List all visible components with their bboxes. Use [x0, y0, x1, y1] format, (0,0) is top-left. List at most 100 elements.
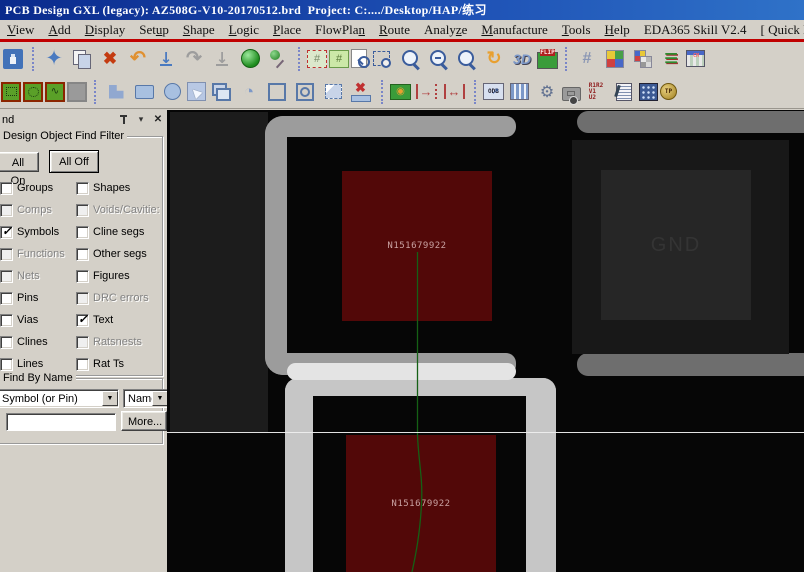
shape-mode-3-icon[interactable]	[45, 82, 65, 102]
find-name-input[interactable]	[6, 413, 116, 431]
3d-view-icon[interactable]	[509, 46, 535, 72]
grid-toggle-icon[interactable]	[574, 46, 600, 72]
window-select-icon[interactable]	[320, 79, 346, 105]
rect-add-icon[interactable]	[131, 79, 157, 105]
menu-flowplan[interactable]: FlowPlan	[308, 22, 372, 38]
pin-tack-icon[interactable]	[265, 46, 291, 72]
checkbox[interactable]	[76, 270, 89, 283]
checkbox[interactable]	[76, 358, 89, 371]
filter-other-segs[interactable]: Other segs	[72, 243, 162, 265]
menu-view[interactable]: View	[0, 22, 41, 38]
thermal-pad-top[interactable]: N151679922	[342, 171, 492, 321]
find-panel-header[interactable]: nd	[0, 111, 165, 128]
dropdown-arrow-icon[interactable]	[102, 391, 118, 406]
filter-rat-ts[interactable]: Rat Ts	[72, 353, 162, 375]
report-icon[interactable]	[611, 79, 637, 105]
layer-stack-icon[interactable]	[658, 46, 684, 72]
refdes-edit-icon[interactable]	[583, 79, 609, 105]
menu-setup[interactable]: Setup	[132, 22, 176, 38]
copy-icon[interactable]	[69, 46, 95, 72]
pin-icon[interactable]	[117, 113, 131, 126]
apply-down-icon[interactable]	[209, 46, 235, 72]
checkbox[interactable]	[76, 248, 89, 261]
filter-vias[interactable]: Vias	[0, 309, 72, 331]
filter-symbols[interactable]: Symbols	[0, 221, 72, 243]
zoom-page-icon[interactable]	[351, 49, 367, 68]
tools-icon[interactable]	[534, 79, 560, 105]
checkbox[interactable]	[76, 182, 89, 195]
zoom-previous-icon[interactable]	[453, 46, 479, 72]
checkbox[interactable]	[0, 182, 13, 195]
checkbox[interactable]	[0, 314, 13, 327]
menu-add[interactable]: Add	[41, 22, 77, 38]
redo-icon[interactable]	[181, 46, 207, 72]
zoom-map-icon[interactable]	[329, 50, 349, 68]
filter-cline-segs[interactable]: Cline segs	[72, 221, 162, 243]
design-canvas[interactable]: GND N151679922 N151679922	[167, 110, 804, 572]
all-off-button[interactable]: All Off	[49, 150, 99, 173]
filter-text[interactable]: Text	[72, 309, 162, 331]
color-dialog-icon[interactable]	[602, 46, 628, 72]
camera-icon[interactable]	[562, 87, 581, 101]
thermal-pad-bottom[interactable]: N151679922	[346, 435, 496, 572]
shape-mode-1-icon[interactable]	[1, 82, 21, 102]
menu-route[interactable]: Route	[372, 22, 417, 38]
gnd-pad[interactable]: GND	[601, 170, 751, 320]
save-icon[interactable]	[3, 49, 23, 69]
filter-pins[interactable]: Pins	[0, 287, 72, 309]
filter-clines[interactable]: Clines	[0, 331, 72, 353]
menu-eda365-skill-v2-4[interactable]: EDA365 Skill V2.4	[637, 22, 754, 38]
zoom-out-icon[interactable]	[425, 46, 451, 72]
poly-add-icon[interactable]	[103, 79, 129, 105]
pad-grid-icon[interactable]	[639, 83, 658, 101]
menu-help[interactable]: Help	[598, 22, 637, 38]
shape-mode-2-icon[interactable]	[23, 82, 43, 102]
world-view-icon[interactable]	[237, 46, 263, 72]
menu-quick-layer[interactable]: [ Quick Layer	[754, 22, 804, 38]
menu-tools[interactable]: Tools	[555, 22, 598, 38]
close-icon[interactable]	[151, 113, 165, 126]
copy-shape-icon[interactable]	[208, 79, 234, 105]
menu-shape[interactable]: Shape	[176, 22, 222, 38]
board-highlight-icon[interactable]	[390, 84, 411, 100]
checkbox[interactable]	[76, 226, 89, 239]
circle-add-icon[interactable]	[159, 79, 185, 105]
find-mode-select[interactable]: Name	[123, 389, 167, 408]
zoom-in-icon[interactable]	[397, 46, 423, 72]
menu-logic[interactable]: Logic	[222, 22, 266, 38]
flip-board-icon[interactable]	[537, 52, 558, 69]
find-type-select[interactable]: Symbol (or Pin)	[0, 389, 119, 408]
checkbox[interactable]	[0, 226, 13, 239]
odb-export-icon[interactable]	[483, 83, 504, 100]
cross-section-icon[interactable]	[506, 79, 532, 105]
filter-shapes[interactable]: Shapes	[72, 177, 162, 199]
checkbox[interactable]	[0, 292, 13, 305]
shape-mode-off-icon[interactable]	[67, 82, 87, 102]
testpoint-icon[interactable]	[660, 83, 677, 100]
menu-analyze[interactable]: Analyze	[417, 22, 474, 38]
redraw-icon[interactable]	[481, 46, 507, 72]
zoom-points-icon[interactable]	[307, 50, 327, 68]
filter-groups[interactable]: Groups	[0, 177, 72, 199]
checkbox[interactable]	[0, 336, 13, 349]
dimension-span-icon[interactable]	[441, 79, 467, 105]
checkbox[interactable]	[0, 358, 13, 371]
zoom-window-icon[interactable]	[369, 46, 395, 72]
checkbox[interactable]	[76, 314, 89, 327]
delete-icon[interactable]	[97, 46, 123, 72]
move-icon[interactable]	[41, 46, 67, 72]
select-shape-icon[interactable]	[187, 82, 206, 101]
dimension-arrow-icon[interactable]	[413, 79, 439, 105]
more-button[interactable]: More...	[121, 411, 167, 431]
color-swap-icon[interactable]	[630, 46, 656, 72]
rect-outline-icon[interactable]	[264, 79, 290, 105]
chevron-down-icon[interactable]	[134, 113, 148, 126]
circle-void-icon[interactable]	[292, 79, 318, 105]
filter-figures[interactable]: Figures	[72, 265, 162, 287]
menu-place[interactable]: Place	[266, 22, 308, 38]
all-on-button[interactable]: All On	[0, 152, 39, 172]
menu-display[interactable]: Display	[78, 22, 132, 38]
undo-icon[interactable]	[125, 46, 151, 72]
done-down-icon[interactable]	[153, 46, 179, 72]
menu-manufacture[interactable]: Manufacture	[474, 22, 554, 38]
